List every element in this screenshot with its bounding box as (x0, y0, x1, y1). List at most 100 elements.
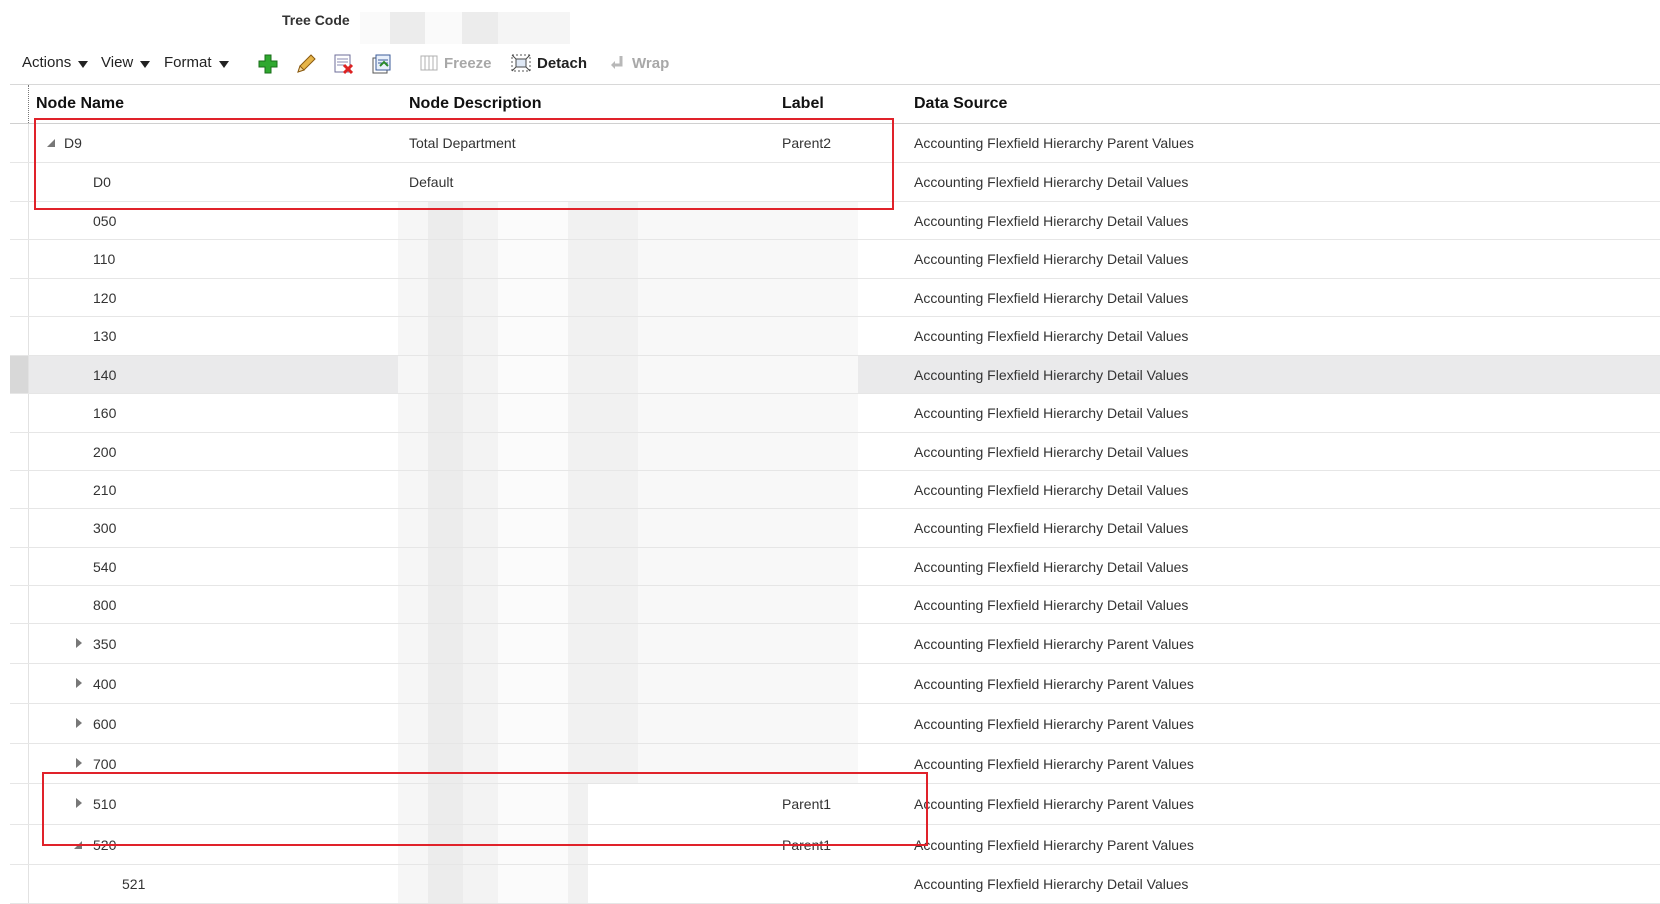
view-menu[interactable]: View (101, 54, 151, 71)
node-name-cell[interactable]: 521 (122, 876, 145, 892)
row-selector[interactable] (10, 624, 29, 663)
wrap-button[interactable]: Wrap (608, 54, 669, 72)
row-selector[interactable] (10, 471, 29, 508)
node-name-cell[interactable]: 400 (93, 676, 116, 692)
table-row[interactable]: 540 Accounting Flexfield Hierarchy Detail… (10, 548, 1660, 586)
delete-icon[interactable] (332, 52, 356, 76)
node-name-cell[interactable]: 110 (93, 251, 115, 267)
table-row[interactable]: 140 Accounting Flexfield Hierarchy Detail… (10, 356, 1660, 394)
data-source-cell: Accounting Flexfield Hierarchy Detail Va… (914, 558, 1189, 575)
table-row[interactable]: D9 Total Department Parent2 Accounting Flex… (10, 124, 1660, 163)
table-row[interactable]: 600 Accounting Flexfield Hierarchy Parent… (10, 704, 1660, 744)
table-row[interactable]: 800 Accounting Flexfield Hierarchy Detail… (10, 586, 1660, 624)
row-selector[interactable] (10, 356, 29, 393)
node-name-cell[interactable]: 510 (93, 796, 116, 812)
table-row[interactable]: 050 Accounting Flexfield Hierarchy Detail… (10, 202, 1660, 240)
node-name-cell[interactable]: 800 (93, 597, 116, 613)
data-source-cell: Accounting Flexfield Hierarchy Detail Va… (914, 443, 1189, 460)
table-row[interactable]: 160 Accounting Flexfield Hierarchy Detail… (10, 394, 1660, 433)
table-row[interactable]: D0 Default Accounting Flexfield Hierarchy … (10, 163, 1660, 202)
add-icon[interactable] (256, 52, 280, 76)
freeze-button[interactable]: Freeze (420, 54, 492, 72)
tree-code-label: Tree Code (282, 12, 350, 28)
row-selector[interactable] (10, 825, 29, 864)
row-selector[interactable] (10, 704, 29, 743)
row-selector[interactable] (10, 744, 29, 783)
table-row[interactable]: 300 Accounting Flexfield Hierarchy Detail… (10, 509, 1660, 548)
node-name-cell[interactable]: 160 (93, 405, 116, 421)
node-name-cell[interactable]: 200 (93, 444, 116, 460)
detach-button[interactable]: Detach (511, 54, 587, 72)
node-name-cell[interactable]: D0 (93, 174, 111, 190)
data-source-cell: Accounting Flexfield Hierarchy Parent Va… (914, 635, 1194, 652)
table-row[interactable]: 350 Accounting Flexfield Hierarchy Parent… (10, 624, 1660, 664)
toolbar: Actions View Format Freeze Detach Wrap (0, 50, 1000, 78)
row-selector[interactable] (10, 202, 29, 239)
table-row[interactable]: 700 Accounting Flexfield Hierarchy Parent… (10, 744, 1660, 784)
node-name-cell[interactable]: 050 (93, 213, 116, 229)
row-selector[interactable] (10, 394, 29, 432)
row-selector[interactable] (10, 279, 29, 316)
node-name-cell[interactable]: 130 (93, 328, 116, 344)
node-name-cell[interactable]: D9 (64, 135, 82, 151)
node-name-cell[interactable]: 350 (93, 636, 116, 652)
row-selector[interactable] (10, 586, 29, 623)
table-row[interactable]: 110 Accounting Flexfield Hierarchy Detail… (10, 240, 1660, 279)
row-selector[interactable] (10, 664, 29, 703)
row-selector[interactable] (10, 865, 29, 903)
table-row[interactable]: 130 Accounting Flexfield Hierarchy Detail… (10, 317, 1660, 356)
tree-table: Node Name Node Description Label Data So… (10, 84, 1660, 904)
node-name-cell[interactable]: 210 (93, 482, 116, 498)
node-name-cell[interactable]: 700 (93, 756, 116, 772)
redacted-description (398, 356, 858, 393)
data-source-cell: Accounting Flexfield Hierarchy Parent Va… (914, 796, 1194, 812)
label-cell: Parent1 (782, 796, 832, 812)
table-row[interactable]: 210 Accounting Flexfield Hierarchy Detail… (10, 471, 1660, 509)
collapsed-triangle-icon[interactable] (75, 676, 83, 692)
row-selector[interactable] (10, 509, 29, 547)
row-selector[interactable] (10, 124, 29, 162)
chevron-down-icon (78, 60, 89, 68)
row-selector[interactable] (10, 240, 29, 278)
node-name-cell[interactable]: 520 (93, 837, 116, 853)
node-name-cell[interactable]: 120 (93, 290, 116, 306)
row-selector[interactable] (10, 317, 29, 355)
collapsed-triangle-icon[interactable] (75, 796, 83, 812)
redacted-description (398, 471, 858, 508)
table-row[interactable]: 120 Accounting Flexfield Hierarchy Detail… (10, 279, 1660, 317)
node-name-cell[interactable]: 300 (93, 520, 116, 536)
column-header-node-description[interactable]: Node Description (409, 95, 541, 113)
edit-pencil-icon[interactable] (294, 52, 318, 76)
redacted-description (398, 784, 588, 824)
expanded-triangle-icon[interactable] (73, 837, 83, 853)
column-header-data-source[interactable]: Data Source (914, 95, 1007, 113)
label-cell: Parent1 (782, 836, 832, 853)
node-name-cell[interactable]: 600 (93, 716, 116, 732)
actions-menu-label: Actions (22, 54, 72, 71)
table-row[interactable]: 200 Accounting Flexfield Hierarchy Detail… (10, 433, 1660, 471)
row-selector[interactable] (10, 784, 29, 824)
collapsed-triangle-icon[interactable] (75, 756, 83, 772)
expanded-triangle-icon[interactable] (46, 135, 56, 151)
row-selector[interactable] (10, 548, 29, 585)
table-row[interactable]: 520 Parent1 Accounting Flexfield Hierarchy… (10, 825, 1660, 865)
column-header-label[interactable]: Label (782, 95, 824, 113)
table-row[interactable]: 400 Accounting Flexfield Hierarchy Parent… (10, 664, 1660, 704)
node-description-cell: Total Department (409, 135, 516, 151)
table-row[interactable]: 510 Parent1 Accounting Flexfield Hierarchy… (10, 784, 1660, 825)
wrap-icon (611, 56, 623, 69)
format-menu[interactable]: Format (164, 54, 229, 71)
actions-menu[interactable]: Actions (22, 54, 89, 71)
row-selector[interactable] (10, 433, 29, 470)
column-header-node-name[interactable]: Node Name (36, 95, 124, 113)
freeze-icon (420, 55, 438, 71)
data-source-cell: Accounting Flexfield Hierarchy Parent Va… (914, 715, 1194, 732)
row-selector[interactable] (10, 163, 29, 201)
collapsed-triangle-icon[interactable] (75, 636, 83, 652)
select-all-cell[interactable] (10, 85, 29, 123)
node-name-cell[interactable]: 140 (93, 367, 116, 383)
export-icon[interactable] (370, 52, 394, 76)
collapsed-triangle-icon[interactable] (75, 716, 83, 732)
table-row[interactable]: 521 Accounting Flexfield Hierarchy Detail… (10, 865, 1660, 904)
node-name-cell[interactable]: 540 (93, 559, 116, 575)
